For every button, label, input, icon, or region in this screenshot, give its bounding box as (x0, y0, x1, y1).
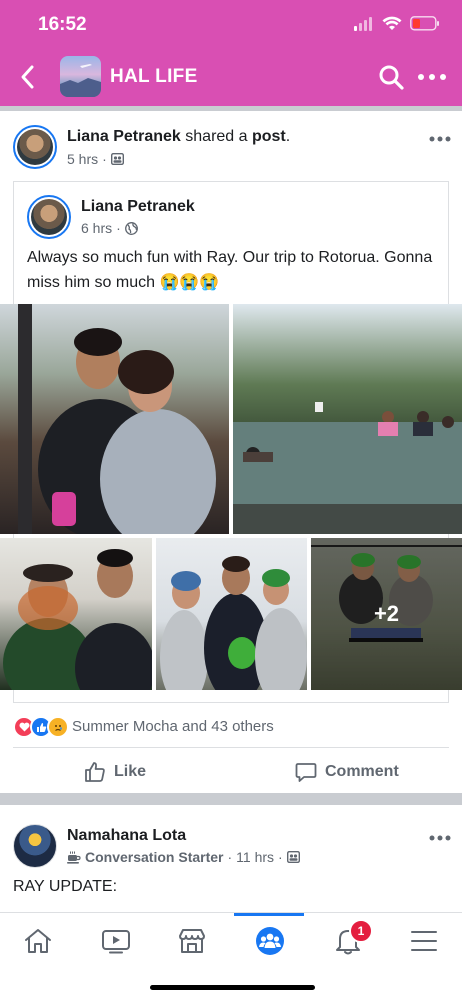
tab-marketplace[interactable] (172, 921, 212, 961)
tab-watch[interactable] (96, 921, 136, 961)
home-icon (25, 929, 51, 953)
wifi-icon (382, 16, 402, 30)
more-options-icon[interactable] (416, 66, 448, 88)
comment-button[interactable]: Comment (295, 758, 399, 786)
search-icon[interactable] (378, 64, 404, 90)
photo-4[interactable] (156, 538, 307, 690)
photo-2[interactable] (233, 304, 462, 534)
post-text: RAY UPDATE: (13, 878, 118, 895)
post-meta: 5 hrs · (67, 151, 124, 167)
comment-label: Comment (325, 763, 399, 780)
home-indicator[interactable] (150, 985, 315, 990)
author-name[interactable]: Liana Petranek (67, 128, 181, 145)
post-text: Always so much fun with Ray. Our trip to… (27, 249, 433, 291)
post-menu-icon[interactable] (428, 134, 458, 144)
notification-count-badge: 1 (349, 919, 373, 943)
comment-icon (295, 763, 317, 782)
author-avatar[interactable] (13, 824, 57, 868)
feed-divider (0, 793, 462, 805)
shared-author-avatar[interactable] (27, 195, 71, 239)
post-header-line: Liana Petranek shared a post. (67, 128, 291, 145)
group-audience-icon (110, 153, 124, 165)
tab-menu[interactable] (404, 921, 444, 961)
post-time[interactable]: 5 hrs (67, 151, 98, 167)
hamburger-menu-icon (411, 931, 437, 951)
more-photos-overlay[interactable]: +2 (311, 538, 462, 690)
shared-post-meta: 6 hrs · (81, 220, 138, 236)
sad-reaction-icon (47, 716, 69, 738)
active-tab-indicator (234, 913, 304, 916)
author-name[interactable]: Namahana Lota (67, 827, 186, 845)
reactions-summary[interactable]: Summer Mocha and 43 others (72, 718, 274, 735)
photo-3[interactable] (0, 538, 152, 690)
coffee-cup-icon (67, 851, 81, 864)
tab-home[interactable] (18, 921, 58, 961)
status-bar: 16:52 (0, 0, 462, 50)
shared-post-time[interactable]: 6 hrs (81, 220, 112, 236)
back-arrow-icon[interactable] (16, 62, 40, 92)
status-time: 16:52 (38, 14, 87, 35)
author-avatar[interactable] (13, 125, 57, 169)
group-audience-icon (286, 851, 300, 863)
photo-1[interactable] (0, 304, 229, 534)
tab-groups[interactable] (250, 921, 290, 961)
cellular-signal-icon (354, 16, 372, 31)
shared-action-text: shared a (180, 128, 252, 145)
group-header: HAL LIFE (0, 50, 462, 106)
member-badge[interactable]: Conversation Starter (85, 849, 223, 865)
like-label: Like (114, 763, 147, 780)
post-meta: Conversation Starter · 11 hrs · (67, 849, 300, 865)
like-icon (85, 762, 105, 782)
post-time[interactable]: 11 hrs (236, 849, 274, 865)
groups-icon (256, 927, 284, 955)
globe-icon (124, 221, 138, 235)
post-menu-icon[interactable] (428, 833, 458, 843)
group-cover-thumbnail[interactable] (60, 56, 101, 97)
like-button[interactable]: Like (84, 758, 146, 786)
marketplace-icon (179, 929, 205, 953)
battery-icon (410, 16, 439, 31)
video-icon (102, 930, 130, 954)
shared-post-link[interactable]: post (252, 128, 286, 145)
photo-5-more[interactable]: +2 (311, 538, 462, 690)
reaction-icons[interactable] (13, 716, 69, 738)
shared-author-name[interactable]: Liana Petranek (81, 198, 195, 216)
group-title[interactable]: HAL LIFE (110, 66, 198, 88)
actions-divider (13, 747, 449, 748)
